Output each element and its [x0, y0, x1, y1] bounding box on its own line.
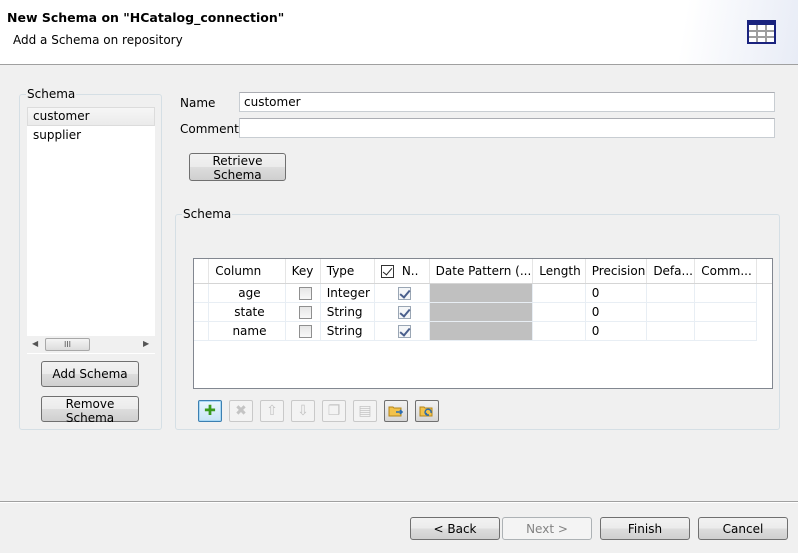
cell-column[interactable]: age: [208, 283, 286, 303]
schema-grid: Column Key Type N.. Date Pattern (... Le…: [194, 259, 772, 341]
column-header-key[interactable]: Key: [285, 259, 321, 284]
column-header-column[interactable]: Column: [208, 259, 286, 284]
schema-table-group-label: Schema: [182, 207, 233, 221]
cell-date-pattern[interactable]: [429, 283, 534, 303]
copy-icon: ❐: [327, 403, 341, 419]
name-label: Name: [180, 96, 216, 110]
move-down-button[interactable]: ⇩: [291, 400, 315, 422]
delete-icon: ✖: [235, 403, 247, 419]
cell-type[interactable]: Integer: [320, 283, 376, 303]
remove-schema-button[interactable]: Remove Schema: [41, 396, 139, 425]
nullable-checkbox[interactable]: [397, 305, 411, 319]
cell-default[interactable]: [646, 302, 696, 322]
cell-length[interactable]: [532, 283, 586, 303]
column-header-type[interactable]: Type: [320, 259, 376, 284]
paste-button[interactable]: ▤: [353, 400, 377, 422]
add-row-button[interactable]: ✚: [198, 400, 222, 422]
scroll-right-icon[interactable]: ▶: [143, 339, 149, 348]
key-checkbox[interactable]: [298, 286, 312, 300]
column-header-comment[interactable]: Comm...: [694, 259, 757, 284]
cell-nullable[interactable]: [374, 283, 430, 303]
scroll-left-icon[interactable]: ◀: [32, 339, 38, 348]
schema-list-group-label: Schema: [26, 87, 77, 101]
next-button[interactable]: Next >: [502, 517, 592, 540]
row-handle[interactable]: [194, 321, 210, 341]
nullable-header-label: N..: [401, 263, 419, 278]
schema-table[interactable]: Column Key Type N.. Date Pattern (... Le…: [193, 258, 773, 389]
move-down-icon: ⇩: [297, 403, 309, 419]
row-header-corner: [194, 259, 210, 284]
cell-default[interactable]: [646, 321, 696, 341]
cell-date-pattern[interactable]: [429, 321, 534, 341]
comment-input[interactable]: [239, 118, 775, 138]
import-folder-icon: [388, 406, 404, 417]
row-handle[interactable]: [194, 283, 210, 303]
finish-button[interactable]: Finish: [600, 517, 690, 540]
comment-label: Comment: [180, 122, 239, 136]
column-header-date-pattern[interactable]: Date Pattern (...: [429, 259, 534, 284]
add-icon: ✚: [204, 403, 216, 419]
cell-nullable[interactable]: [374, 321, 430, 341]
scrollbar-thumb[interactable]: III: [45, 338, 90, 351]
cell-key[interactable]: [285, 302, 321, 322]
move-up-button[interactable]: ⇧: [260, 400, 284, 422]
column-header-nullable[interactable]: N..: [374, 259, 430, 284]
export-schema-button[interactable]: [415, 400, 439, 422]
cell-length[interactable]: [532, 302, 586, 322]
column-header-default[interactable]: Defa...: [646, 259, 696, 284]
table-icon: [747, 20, 776, 44]
cell-comment[interactable]: [694, 283, 757, 303]
table-row[interactable]: name String 0: [194, 321, 772, 341]
column-header-precision[interactable]: Precision: [585, 259, 648, 284]
cell-column[interactable]: state: [208, 302, 286, 322]
select-all-nullable-checkbox[interactable]: [381, 264, 395, 278]
key-checkbox[interactable]: [298, 324, 312, 338]
key-checkbox[interactable]: [298, 305, 312, 319]
cell-date-pattern[interactable]: [429, 302, 534, 322]
dialog-subtitle: Add a Schema on repository: [13, 33, 183, 47]
dialog-header: New Schema on "HCatalog_connection" Add …: [0, 0, 798, 65]
nullable-checkbox[interactable]: [397, 324, 411, 338]
retrieve-schema-button[interactable]: Retrieve Schema: [189, 153, 286, 182]
row-handle[interactable]: [194, 302, 210, 322]
cell-precision[interactable]: 0: [585, 321, 648, 341]
footer-divider: [0, 501, 798, 503]
back-button[interactable]: < Back: [410, 517, 500, 540]
cell-type[interactable]: String: [320, 302, 376, 322]
delete-row-button[interactable]: ✖: [229, 400, 253, 422]
schema-list-horizontal-scrollbar[interactable]: ◀ III ▶: [27, 336, 155, 353]
move-up-icon: ⇧: [266, 403, 278, 419]
cell-type[interactable]: String: [320, 321, 376, 341]
paste-icon: ▤: [358, 403, 372, 419]
schema-list-item-supplier[interactable]: supplier: [27, 126, 155, 145]
import-schema-button[interactable]: [384, 400, 408, 422]
cell-filler: [756, 302, 772, 321]
cell-comment[interactable]: [694, 321, 757, 341]
cell-default[interactable]: [646, 283, 696, 303]
schema-list-item-customer[interactable]: customer: [27, 107, 155, 126]
column-header-length[interactable]: Length: [532, 259, 586, 284]
table-header-row: Column Key Type N.. Date Pattern (... Le…: [194, 259, 772, 284]
cell-precision[interactable]: 0: [585, 302, 648, 322]
cell-length[interactable]: [532, 321, 586, 341]
cell-key[interactable]: [285, 283, 321, 303]
table-row[interactable]: age Integer 0: [194, 283, 772, 303]
dialog-title: New Schema on "HCatalog_connection": [7, 10, 285, 25]
cell-comment[interactable]: [694, 302, 757, 322]
cancel-button[interactable]: Cancel: [698, 517, 788, 540]
cell-filler: [756, 283, 772, 302]
cell-precision[interactable]: 0: [585, 283, 648, 303]
add-schema-button[interactable]: Add Schema: [41, 361, 139, 387]
column-header-filler: [756, 259, 772, 284]
cell-filler: [756, 321, 772, 340]
export-folder-icon: [419, 406, 433, 417]
name-input[interactable]: [239, 92, 775, 112]
copy-button[interactable]: ❐: [322, 400, 346, 422]
nullable-checkbox[interactable]: [397, 286, 411, 300]
cell-nullable[interactable]: [374, 302, 430, 322]
cell-key[interactable]: [285, 321, 321, 341]
cell-column[interactable]: name: [208, 321, 286, 341]
table-row[interactable]: state String 0: [194, 302, 772, 322]
schema-listbox[interactable]: customer supplier: [27, 107, 155, 354]
